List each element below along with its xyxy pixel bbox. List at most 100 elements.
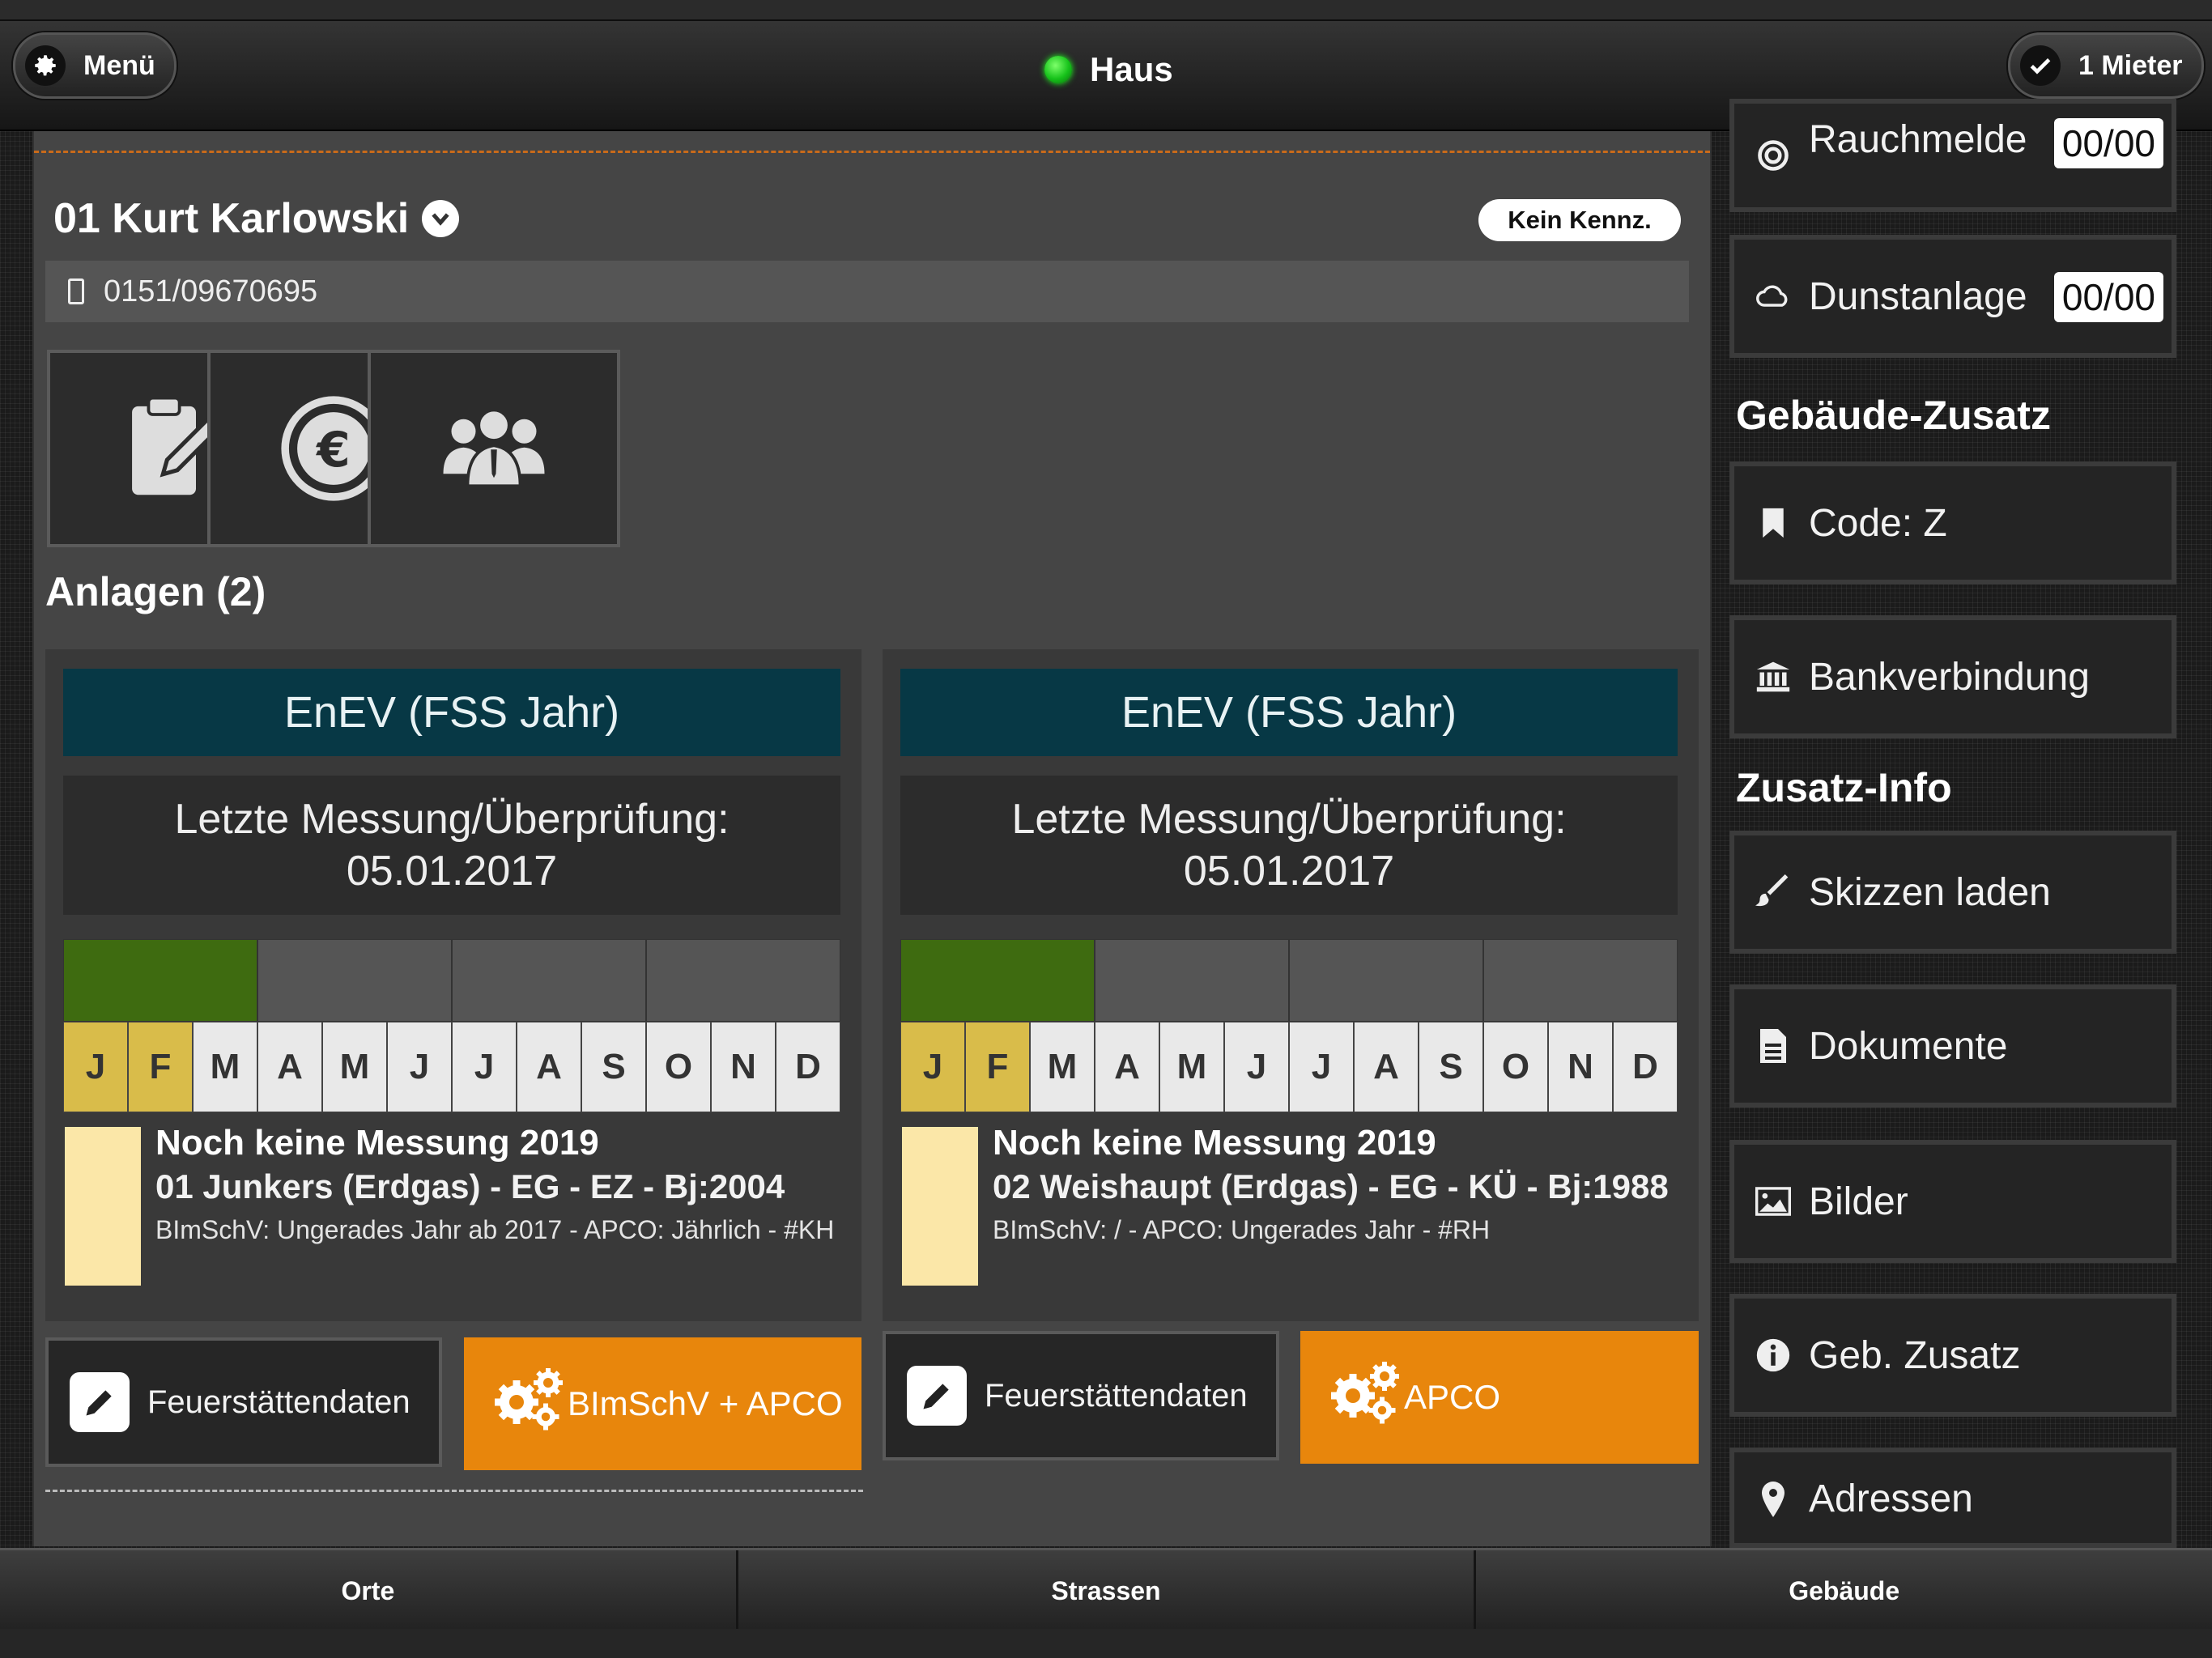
month-cell: D <box>1613 1022 1678 1112</box>
tenant-name: 01 Kurt Karlowski <box>53 195 410 242</box>
tenant-count-button[interactable]: 1 Mieter <box>2008 32 2204 99</box>
smoke-detector-button[interactable]: Rauchmelde 00/00 <box>1729 99 2176 212</box>
info-icon <box>1755 1337 1791 1373</box>
last-measurement-date: 05.01.2017 <box>346 848 558 895</box>
device-details: BImSchV: / - APCO: Ungerades Jahr - #RH <box>993 1215 1491 1244</box>
gear-icon <box>25 45 66 86</box>
month-cell: M <box>193 1022 257 1112</box>
page-title-text: Haus <box>1090 50 1173 88</box>
month-cell: D <box>776 1022 840 1112</box>
page-title: Haus <box>1044 50 1173 89</box>
bottom-nav: Orte Strassen Gebäude <box>0 1548 2212 1631</box>
bank-account-button[interactable]: Bankverbindung <box>1729 615 2176 738</box>
nav-places[interactable]: Orte <box>0 1550 738 1631</box>
apco-button[interactable]: APCO <box>1300 1331 1699 1464</box>
status-swatch <box>65 1127 141 1286</box>
month-row: J F M A M J J A S O N D <box>900 1022 1678 1112</box>
apco-label: APCO <box>1404 1378 1501 1416</box>
month-cell: A <box>517 1022 581 1112</box>
bimschv-apco-button[interactable]: BImSchV + APCO <box>464 1337 861 1470</box>
divider <box>34 151 1710 153</box>
bookmark-icon <box>1755 507 1791 539</box>
bimschv-apco-label: BImSchV + APCO <box>568 1384 843 1422</box>
divider <box>45 1490 863 1492</box>
status-edge <box>0 0 2212 21</box>
addresses-button[interactable]: Adressen <box>1729 1448 2176 1548</box>
documents-label: Dokumente <box>1809 1024 2008 1068</box>
chevron-down-icon[interactable] <box>422 200 460 237</box>
device-details: BImSchV: Ungerades Jahr ab 2017 - APCO: … <box>155 1215 835 1244</box>
documents-button[interactable]: Dokumente <box>1729 984 2176 1107</box>
hood-label: Dunstanlage <box>1809 274 2027 318</box>
last-measurement-label: Letzte Messung/Überprüfung: <box>1011 796 1567 843</box>
quarter-segment <box>1289 939 1483 1022</box>
building-extra-button[interactable]: Geb. Zusatz <box>1729 1294 2176 1417</box>
month-cell: J <box>900 1022 965 1112</box>
month-cell: A <box>1354 1022 1419 1112</box>
nav-buildings[interactable]: Gebäude <box>1476 1550 2212 1631</box>
fireplace-data-button[interactable]: Feuerstättendaten <box>45 1337 442 1467</box>
extra-info-heading: Zusatz-Info <box>1736 765 1952 810</box>
pencil-icon <box>70 1372 130 1432</box>
phone-number: 0151/09670695 <box>104 274 318 308</box>
fireplace-data-button[interactable]: Feuerstättendaten <box>883 1331 1279 1460</box>
quarter-segment <box>900 939 1095 1022</box>
quarter-segment <box>63 939 257 1022</box>
month-cell: S <box>581 1022 646 1112</box>
quarter-bar <box>63 939 840 1022</box>
map-pin-icon <box>1755 1482 1791 1517</box>
gears-icon <box>490 1366 568 1442</box>
month-cell: S <box>1419 1022 1483 1112</box>
quarter-segment <box>257 939 452 1022</box>
bank-account-label: Bankverbindung <box>1809 655 2090 699</box>
card-header: EnEV (FSS Jahr) <box>63 669 840 756</box>
footer-strip <box>0 1629 2212 1658</box>
phone-row[interactable]: 0151/09670695 <box>45 261 1689 322</box>
pencil-icon <box>907 1366 967 1426</box>
month-cell: A <box>257 1022 322 1112</box>
month-cell: F <box>128 1022 193 1112</box>
month-cell: J <box>63 1022 128 1112</box>
smoke-detector-label: Rauchmelde <box>1809 117 2027 161</box>
measurement-status: Noch keine Messung 2019 <box>993 1123 1436 1163</box>
measurement-status: Noch keine Messung 2019 <box>155 1123 599 1163</box>
cloud-icon <box>1755 282 1791 311</box>
images-label: Bilder <box>1809 1180 1908 1223</box>
images-button[interactable]: Bilder <box>1729 1140 2176 1263</box>
quarter-segment <box>646 939 840 1022</box>
hood-count: 00/00 <box>2053 272 2163 322</box>
month-cell: J <box>452 1022 517 1112</box>
code-button[interactable]: Code: Z <box>1729 461 2176 585</box>
image-icon <box>1755 1184 1791 1218</box>
installation-card[interactable]: EnEV (FSS Jahr) Letzte Messung/Überprüfu… <box>45 649 861 1321</box>
tenant-header[interactable]: 01 Kurt Karlowski <box>53 194 460 243</box>
last-measurement: Letzte Messung/Überprüfung: 05.01.2017 <box>63 776 840 915</box>
addresses-label: Adressen <box>1809 1477 1973 1520</box>
load-sketches-button[interactable]: Skizzen laden <box>1729 831 2176 954</box>
fireplace-data-label: Feuerstättendaten <box>147 1384 410 1420</box>
bank-icon <box>1755 659 1791 695</box>
menu-button[interactable]: Menü <box>13 32 177 99</box>
menu-label: Menü <box>83 49 155 81</box>
month-cell: M <box>322 1022 387 1112</box>
installation-card[interactable]: EnEV (FSS Jahr) Letzte Messung/Überprüfu… <box>883 649 1699 1321</box>
month-row: J F M A M J J A S O N D <box>63 1022 840 1112</box>
tenant-panel: 01 Kurt Karlowski Kein Kennz. 0151/09670… <box>32 131 1712 1546</box>
status-swatch <box>902 1127 978 1286</box>
smoke-detector-count: 00/00 <box>2053 118 2163 168</box>
code-label: Code: Z <box>1809 501 1947 545</box>
gears-icon <box>1326 1359 1404 1435</box>
contacts-tile-button[interactable] <box>368 350 620 547</box>
phone-icon <box>68 278 84 304</box>
nav-streets[interactable]: Strassen <box>738 1550 1477 1631</box>
hood-button[interactable]: Dunstanlage 00/00 <box>1729 235 2176 358</box>
device-description: 01 Junkers (Erdgas) - EG - EZ - Bj:2004 <box>155 1167 785 1205</box>
quarter-bar <box>900 939 1678 1022</box>
building-extra-heading: Gebäude-Zusatz <box>1736 393 2051 438</box>
license-plate-button[interactable]: Kein Kennz. <box>1478 199 1681 241</box>
installation-info: Noch keine Messung 2019 01 Junkers (Erdg… <box>155 1122 836 1250</box>
month-cell: M <box>1030 1022 1095 1112</box>
smoke-detector-icon <box>1755 138 1791 173</box>
check-icon <box>2020 45 2061 86</box>
svg-text:€: € <box>315 422 351 478</box>
